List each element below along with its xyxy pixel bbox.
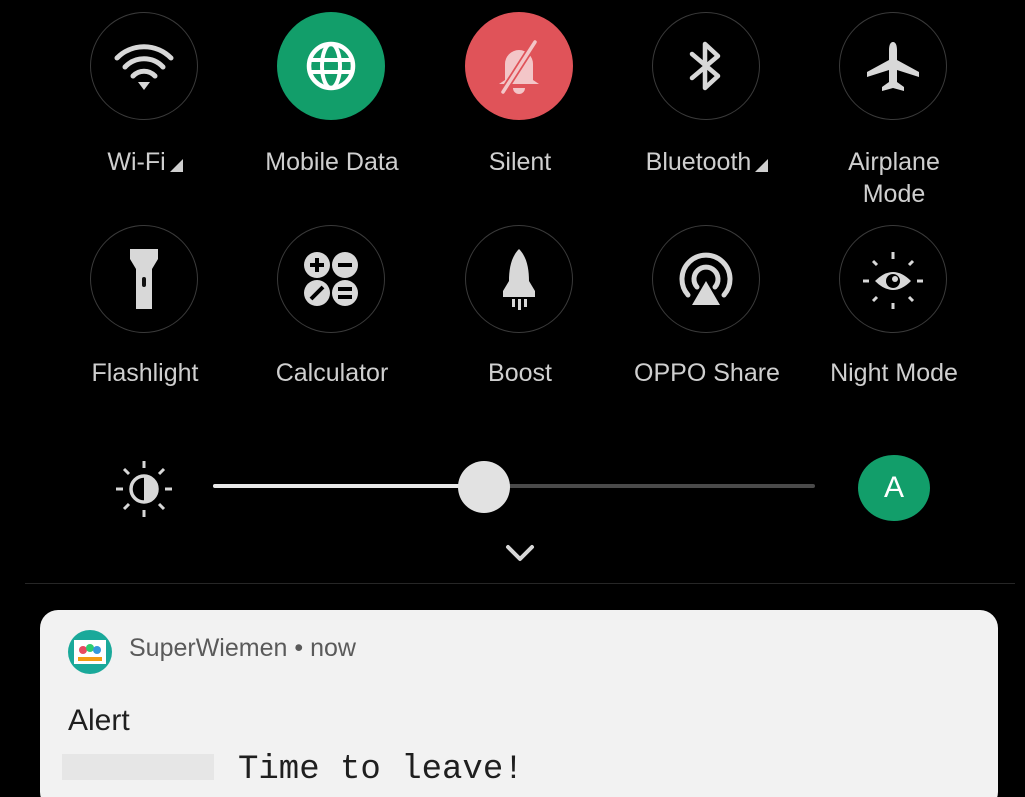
share-radar-icon [679,252,733,305]
brightness-icon [116,461,172,517]
tile-calculator[interactable]: Calculator [237,225,427,415]
airplane-mode-label: Airplane Mode [848,148,940,208]
tile-bluetooth[interactable]: Bluetooth [612,0,802,190]
tile-silent[interactable]: Silent [425,0,615,190]
rocket-icon [503,249,535,310]
auto-brightness-button[interactable]: A [858,455,930,521]
notification-text: Time to leave! [238,751,524,789]
tile-boost[interactable]: Boost [425,225,615,415]
chevron-down-icon[interactable] [500,540,540,568]
brightness-slider-thumb[interactable] [457,461,510,513]
calculator-icon [304,252,358,306]
notification-card[interactable]: SuperWiemen • now Alert Time to leave! [40,610,998,797]
calculator-label: Calculator [275,359,389,387]
quick-settings-panel: Wi-Fi Mobile Data Silent Bluetooth Airpl… [0,0,1025,797]
expand-arrow-icon [755,159,769,172]
oppo-share-label: OPPO Share [634,359,780,387]
wifi-label: Wi-Fi [50,146,240,178]
mobile-data-toggle[interactable] [277,12,385,120]
flashlight-label: Flashlight [91,359,199,387]
notification-title: Alert [68,704,130,737]
header-separator: • [294,634,304,662]
tile-night-mode[interactable]: Night Mode [799,225,989,415]
airplane-mode-toggle[interactable] [839,12,947,120]
oppo-share-toggle[interactable] [652,225,760,333]
mobile-data-label: Mobile Data [265,148,399,176]
calculator-toggle[interactable] [277,225,385,333]
brightness-slider[interactable] [213,461,815,513]
tile-oppo-share[interactable]: OPPO Share [612,225,802,415]
wifi-icon [114,44,174,90]
notification-time: now [310,634,356,662]
boost-label: Boost [488,359,552,387]
bell-off-icon [499,40,539,94]
airplane-icon [867,42,919,91]
app-name: SuperWiemen [129,634,288,662]
tile-airplane-mode[interactable]: Airplane Mode [799,0,989,208]
flashlight-icon [130,249,158,309]
bluetooth-label: Bluetooth [612,146,802,178]
redacted-block [62,754,214,780]
brightness-row: A [0,455,1025,521]
notification-header: SuperWiemen • now [129,632,356,664]
tile-wifi[interactable]: Wi-Fi [50,0,240,190]
bluetooth-icon [689,41,721,91]
night-mode-toggle[interactable] [839,225,947,333]
divider [25,583,1015,584]
bluetooth-toggle[interactable] [652,12,760,120]
tile-flashlight[interactable]: Flashlight [50,225,240,415]
boost-toggle[interactable] [465,225,573,333]
brightness-slider-fill [213,484,484,488]
silent-label: Silent [488,148,552,176]
app-logo-icon [74,640,106,664]
flashlight-toggle[interactable] [90,225,198,333]
eye-sun-icon [863,252,923,309]
wifi-toggle[interactable] [90,12,198,120]
silent-toggle[interactable] [465,12,573,120]
app-icon [68,630,112,674]
globe-icon [306,41,356,91]
tile-mobile-data[interactable]: Mobile Data [237,0,427,190]
expand-arrow-icon [169,159,183,172]
night-mode-label: Night Mode [830,359,958,387]
